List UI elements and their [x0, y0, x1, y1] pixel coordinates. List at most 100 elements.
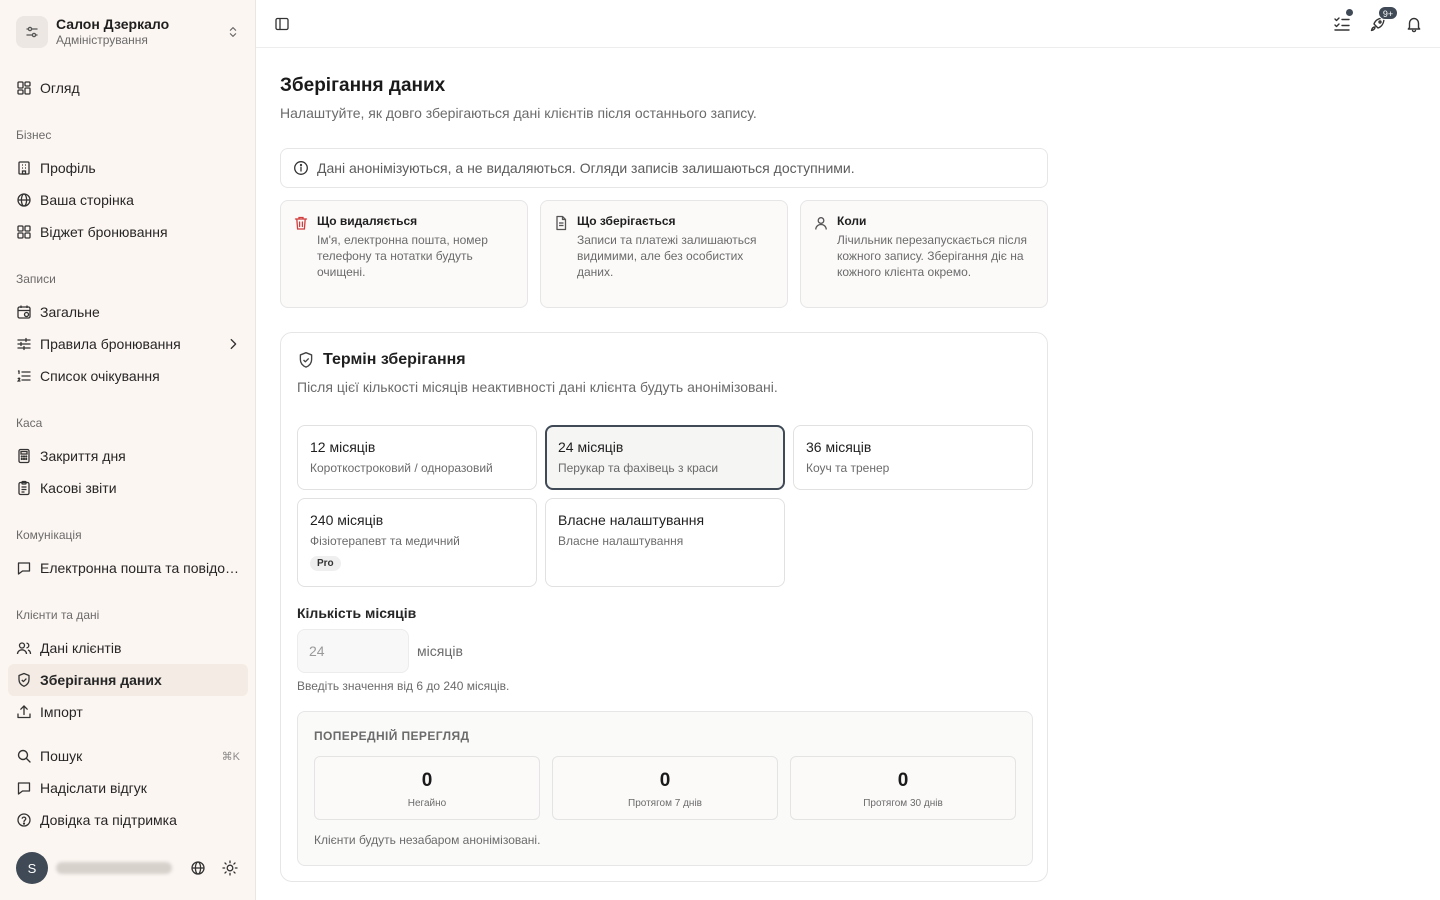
- preview-stat-30-days: 0 Протягом 30 днів: [790, 756, 1016, 820]
- sidebar-item-label: Зберігання даних: [40, 672, 162, 688]
- months-input[interactable]: [297, 629, 409, 673]
- stat-label: Протягом 7 днів: [628, 798, 702, 809]
- section-communication: Комунікація: [16, 528, 82, 542]
- dashboard-icon: [16, 80, 32, 96]
- retention-option-custom[interactable]: Власне налаштування Власне налаштування: [545, 498, 785, 587]
- chevron-up-down-icon: [226, 25, 240, 39]
- message-icon: [16, 780, 32, 796]
- preview-note: Клієнти будуть незабаром анонімізовані.: [314, 833, 541, 847]
- stat-label: Протягом 30 днів: [863, 798, 943, 809]
- option-description: Фізіотерапевт та медичний: [310, 534, 460, 548]
- sidebar-item-feedback[interactable]: Надіслати відгук: [8, 772, 248, 804]
- card-title: Що зберігається: [577, 214, 676, 228]
- sidebar-item-cash-reports[interactable]: Касові звіти: [8, 472, 248, 504]
- sidebar-item-general[interactable]: Загальне: [8, 296, 248, 328]
- section-bookings: Записи: [16, 272, 56, 286]
- sidebar-item-import[interactable]: Імпорт: [8, 696, 248, 728]
- card-description: Ім'я, електронна пошта, номер телефону т…: [317, 233, 488, 279]
- sidebar-item-label: Надіслати відгук: [40, 780, 147, 796]
- sidebar-item-booking-rules[interactable]: Правила бронювання: [8, 328, 248, 360]
- sidebar-item-email-messages[interactable]: Електронна пошта та повідомлення: [8, 552, 248, 584]
- sidebar-item-label: Електронна пошта та повідомлення: [40, 560, 240, 576]
- topbar: 9+: [256, 0, 1440, 48]
- workspace-switcher[interactable]: Салон Дзеркало Адміністрування: [8, 8, 248, 56]
- sidebar-item-overview[interactable]: Огляд: [8, 72, 248, 104]
- search-icon: [16, 748, 32, 764]
- sidebar: Салон Дзеркало Адміністрування Огляд Біз…: [0, 0, 256, 900]
- tasks-indicator: [1345, 8, 1354, 17]
- sidebar-item-your-page[interactable]: Ваша сторінка: [8, 184, 248, 216]
- info-text: Дані анонімізуються, а не видаляються. О…: [317, 160, 855, 176]
- language-button[interactable]: [186, 856, 210, 880]
- notifications-button[interactable]: [1402, 12, 1426, 36]
- sidebar-item-data-retention[interactable]: Зберігання даних: [8, 664, 248, 696]
- list-ordered-icon: [16, 368, 32, 384]
- preview-stat-7-days: 0 Протягом 7 днів: [552, 756, 778, 820]
- option-title: 24 місяців: [558, 439, 624, 455]
- page-title: Зберігання даних: [280, 75, 446, 96]
- globe-icon: [190, 860, 206, 876]
- calculator-icon: [16, 448, 32, 464]
- sidebar-toggle-button[interactable]: [270, 12, 294, 36]
- option-description: Коуч та тренер: [806, 461, 890, 475]
- info-card-deleted: Що видаляється Ім'я, електронна пошта, н…: [280, 200, 528, 308]
- sidebar-item-waitlist[interactable]: Список очікування: [8, 360, 248, 392]
- sidebar-item-label: Загальне: [40, 304, 100, 320]
- theme-toggle-button[interactable]: [218, 856, 242, 880]
- sidebar-item-search[interactable]: Пошук ⌘K: [8, 740, 248, 772]
- section-cash: Каса: [16, 416, 43, 430]
- option-title: 36 місяців: [806, 439, 872, 455]
- card-description: Записи та платежі залишаються видимими, …: [577, 233, 757, 279]
- tasks-button[interactable]: [1330, 8, 1354, 36]
- option-description: Власне налаштування: [558, 534, 684, 548]
- months-label: Кількість місяців: [297, 605, 417, 621]
- preview-title: ПОПЕРЕДНІЙ ПЕРЕГЛЯД: [314, 729, 470, 743]
- info-card-kept: Що зберігається Записи та платежі залиша…: [540, 200, 788, 308]
- sidebar-item-label: Ваша сторінка: [40, 192, 134, 208]
- preview-stat-now: 0 Негайно: [314, 756, 540, 820]
- info-card-when: Коли Лічильник перезапускається після ко…: [800, 200, 1048, 308]
- preview-panel: ПОПЕРЕДНІЙ ПЕРЕГЛЯД 0 Негайно 0 Протягом…: [297, 711, 1033, 866]
- bell-icon: [1405, 15, 1423, 33]
- sidebar-item-label: Список очікування: [40, 368, 160, 384]
- sidebar-item-profile[interactable]: Профіль: [8, 152, 248, 184]
- calendar-icon: [16, 304, 32, 320]
- notification-count-badge: 9+: [1378, 6, 1398, 20]
- search-shortcut: ⌘K: [221, 750, 240, 763]
- sliders-icon: [16, 16, 48, 48]
- panel-left-icon: [274, 16, 290, 32]
- option-description: Перукар та фахівець з краси: [558, 461, 719, 475]
- building-icon: [16, 160, 32, 176]
- users-icon: [16, 640, 32, 656]
- section-clients: Клієнти та дані: [16, 608, 100, 622]
- info-icon: [293, 160, 309, 176]
- option-title: 240 місяців: [310, 512, 384, 528]
- grid-icon: [16, 224, 32, 240]
- sidebar-item-label: Дані клієнтів: [40, 640, 122, 656]
- retention-title: Термін зберігання: [323, 351, 466, 368]
- retention-option-12[interactable]: 12 місяців Короткостроковий / одноразови…: [297, 425, 537, 490]
- sidebar-item-help[interactable]: Довідка та підтримка: [8, 804, 248, 836]
- workspace-name: Салон Дзеркало: [56, 16, 170, 32]
- retention-option-240[interactable]: 240 місяців Фізіотерапевт та медичний Pr…: [297, 498, 537, 587]
- sidebar-item-booking-widget[interactable]: Віджет бронювання: [8, 216, 248, 248]
- chevron-right-icon: [226, 337, 240, 351]
- retention-panel: Термін зберігання Після цієї кількості м…: [280, 332, 1048, 882]
- sun-icon: [222, 860, 238, 876]
- info-banner: Дані анонімізуються, а не видаляються. О…: [280, 148, 1048, 188]
- avatar[interactable]: S: [16, 852, 48, 884]
- sidebar-item-label: Закриття дня: [40, 448, 126, 464]
- shield-check-icon: [16, 672, 32, 688]
- sidebar-item-day-close[interactable]: Закриття дня: [8, 440, 248, 472]
- stat-value: 0: [897, 770, 909, 791]
- sidebar-item-client-data[interactable]: Дані клієнтів: [8, 632, 248, 664]
- user-icon: [813, 215, 829, 307]
- checklist-icon: [1333, 15, 1351, 33]
- retention-option-36[interactable]: 36 місяців Коуч та тренер: [793, 425, 1033, 490]
- months-unit: місяців: [417, 643, 463, 659]
- updates-button[interactable]: 9+: [1366, 6, 1398, 36]
- retention-option-24[interactable]: 24 місяців Перукар та фахівець з краси: [545, 425, 785, 490]
- stat-value: 0: [659, 770, 671, 791]
- sidebar-item-label: Правила бронювання: [40, 336, 181, 352]
- workspace-subtitle: Адміністрування: [56, 33, 148, 47]
